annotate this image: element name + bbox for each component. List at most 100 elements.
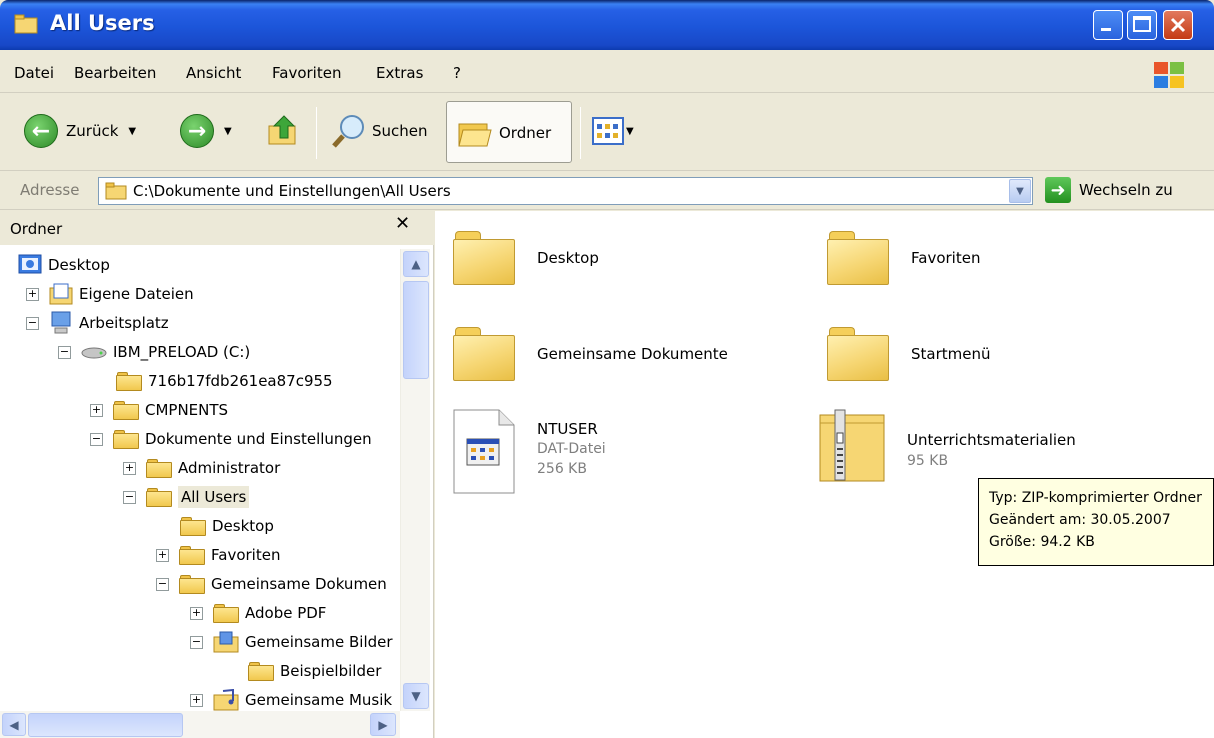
expander[interactable]: − — [58, 345, 71, 359]
tree-item-desktop-child[interactable]: Desktop — [180, 512, 274, 540]
expander[interactable]: + — [190, 606, 203, 620]
file-list: Desktop Favoriten Gemeinsame Dokumente S… — [435, 211, 1214, 738]
toolbar-separator — [580, 107, 581, 159]
expander[interactable]: − — [123, 490, 136, 504]
address-bar: Adresse C:\Dokumente und Einstellungen\A… — [0, 172, 1214, 210]
drive-icon — [81, 347, 107, 359]
close-icon[interactable]: ✕ — [395, 213, 410, 234]
forward-button[interactable]: → ▼ — [180, 114, 232, 148]
file-item-desktop[interactable]: Desktop — [453, 229, 599, 287]
explorer-window: All Users Datei Bearbeiten Ansicht Favor… — [0, 0, 1214, 738]
back-label: Zurück — [66, 122, 119, 140]
computer-icon — [51, 311, 71, 334]
menu-help[interactable]: ? — [453, 64, 461, 82]
title-bar[interactable]: All Users — [0, 0, 1214, 50]
tree-item-arbeitsplatz[interactable]: − Arbeitsplatz — [26, 309, 169, 337]
tree-item-label: Adobe PDF — [245, 604, 327, 622]
menu-ansicht[interactable]: Ansicht — [186, 64, 241, 82]
scroll-up-icon[interactable]: ▲ — [403, 251, 429, 277]
search-button[interactable]: Suchen — [330, 112, 428, 150]
folder-pane-title: Ordner — [10, 220, 63, 238]
back-button[interactable]: ← Zurück ▼ — [24, 114, 136, 148]
minimize-button[interactable] — [1093, 10, 1123, 40]
folder-icon — [179, 545, 205, 565]
tree-item-gemeinsame-musik[interactable]: + Gemeinsame Musik — [190, 686, 392, 711]
tree-item-label: Administrator — [178, 459, 281, 477]
expander[interactable]: − — [26, 316, 39, 330]
tooltip-type: Typ: ZIP-komprimierter Ordner — [989, 490, 1202, 506]
file-tooltip: Typ: ZIP-komprimierter Ordner Geändert a… — [978, 478, 1214, 566]
file-item-startmenu[interactable]: Startmenü — [827, 325, 991, 383]
maximize-button[interactable] — [1127, 10, 1157, 40]
back-dropdown-icon[interactable]: ▼ — [128, 126, 136, 137]
scroll-left-icon[interactable]: ◀ — [2, 713, 26, 736]
file-size: 95 KB — [907, 453, 949, 469]
views-icon — [592, 117, 624, 145]
menu-extras[interactable]: Extras — [376, 64, 423, 82]
menu-favoriten[interactable]: Favoriten — [272, 64, 341, 82]
tree-item-desktop[interactable]: Desktop — [18, 251, 110, 279]
expander[interactable]: + — [190, 693, 203, 707]
address-value[interactable]: C:\Dokumente und Einstellungen\All Users — [133, 182, 451, 200]
file-item-unterrichtsmaterialien[interactable]: Unterrichtsmaterialien 95 KB — [819, 409, 1076, 483]
folder-icon — [116, 371, 142, 391]
tooltip-size: Größe: 94.2 KB — [989, 534, 1095, 550]
folder-icon — [827, 229, 889, 287]
tree-item-label: CMPNENTS — [145, 401, 229, 419]
horizontal-scrollbar[interactable]: ◀ ▶ — [0, 711, 400, 738]
up-folder-button[interactable] — [266, 112, 302, 148]
tree-item-716b[interactable]: 716b17fdb261ea87c955 — [116, 367, 333, 395]
tree-item-favoriten[interactable]: + Favoriten — [156, 541, 280, 569]
tree-item-cmpnents[interactable]: + CMPNENTS — [90, 396, 228, 424]
file-item-favoriten[interactable]: Favoriten — [827, 229, 980, 287]
expander[interactable]: + — [90, 403, 103, 417]
folder-icon — [453, 325, 515, 383]
file-name: Startmenü — [911, 345, 991, 363]
tree-item-dokumente-und-einstellungen[interactable]: − Dokumente und Einstellungen — [90, 425, 372, 453]
tree-item-administrator[interactable]: + Administrator — [123, 454, 280, 482]
tree-item-gemeinsame-bilder[interactable]: − Gemeinsame Bilder — [190, 628, 393, 656]
scroll-thumb[interactable] — [28, 713, 183, 737]
tree-item-label: All Users — [178, 486, 250, 508]
file-name: Desktop — [537, 249, 599, 267]
file-item-ntuser[interactable]: NTUSER DAT-Datei 256 KB — [453, 409, 606, 495]
address-dropdown-icon[interactable]: ▼ — [1009, 179, 1031, 203]
forward-dropdown-icon[interactable]: ▼ — [224, 126, 232, 137]
expander[interactable]: + — [123, 461, 136, 475]
folder-icon — [146, 458, 172, 478]
tree-item-beispielbilder[interactable]: Beispielbilder — [248, 657, 381, 685]
menu-datei[interactable]: Datei — [14, 64, 54, 82]
desktop-icon — [18, 254, 42, 274]
folder-icon — [113, 429, 139, 449]
folders-label: Ordner — [499, 124, 552, 142]
menu-bar: Datei Bearbeiten Ansicht Favoriten Extra… — [0, 50, 1214, 93]
folders-button[interactable]: Ordner — [446, 101, 572, 163]
vertical-scrollbar[interactable]: ▲ ▼ — [400, 249, 430, 711]
close-button[interactable] — [1163, 10, 1193, 40]
tree-item-adobe-pdf[interactable]: + Adobe PDF — [190, 599, 326, 627]
tree-item-label: Arbeitsplatz — [79, 314, 169, 332]
scroll-down-icon[interactable]: ▼ — [403, 683, 429, 709]
expander[interactable]: − — [190, 635, 203, 649]
back-arrow-icon: ← — [24, 114, 58, 148]
scroll-right-icon[interactable]: ▶ — [370, 713, 396, 736]
tree-item-ibm-preload[interactable]: − IBM_PRELOAD (C:) — [58, 338, 250, 366]
views-button[interactable]: ▼ — [592, 117, 634, 145]
menu-bearbeiten[interactable]: Bearbeiten — [74, 64, 156, 82]
expander[interactable]: + — [26, 287, 39, 301]
file-item-gemeinsame-dokumente[interactable]: Gemeinsame Dokumente — [453, 325, 728, 383]
expander[interactable]: − — [90, 432, 103, 446]
scroll-thumb[interactable] — [403, 281, 429, 379]
tree-item-gemeinsame-dokumente[interactable]: − Gemeinsame Dokumen — [156, 570, 387, 598]
folder-open-icon — [146, 487, 172, 507]
tree-item-eigene-dateien[interactable]: + Eigene Dateien — [26, 280, 194, 308]
tree-item-all-users[interactable]: − All Users — [123, 483, 250, 511]
folder-pane-header: Ordner ✕ — [0, 211, 434, 245]
expander[interactable]: + — [156, 548, 169, 562]
documents-icon — [49, 283, 73, 305]
folder-icon — [827, 325, 889, 383]
views-dropdown-icon[interactable]: ▼ — [626, 126, 634, 137]
go-button[interactable]: ➜ Wechseln zu — [1045, 177, 1173, 203]
expander[interactable]: − — [156, 577, 169, 591]
address-field[interactable]: C:\Dokumente und Einstellungen\All Users… — [98, 177, 1033, 205]
